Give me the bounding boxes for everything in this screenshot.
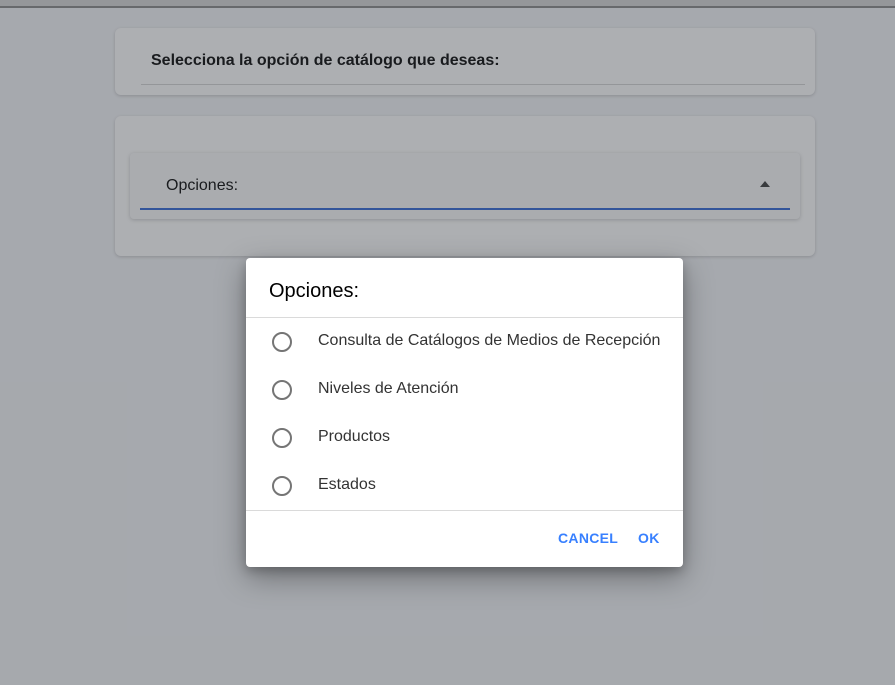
radio-unchecked-icon[interactable]: [272, 380, 292, 400]
radio-option-label: Consulta de Catálogos de Medios de Recep…: [318, 332, 661, 349]
cancel-button[interactable]: CANCEL: [558, 530, 618, 546]
radio-unchecked-icon[interactable]: [272, 428, 292, 448]
radio-option-consulta-catalogos[interactable]: Consulta de Catálogos de Medios de Recep…: [246, 318, 683, 366]
dialog-header: Opciones:: [269, 280, 360, 302]
radio-unchecked-icon[interactable]: [272, 332, 292, 352]
dialog-footer-divider: [246, 510, 683, 511]
radio-option-estados[interactable]: Estados: [246, 462, 683, 510]
radio-option-label: Productos: [318, 428, 391, 445]
radio-unchecked-icon[interactable]: [272, 476, 292, 496]
radio-option-niveles-atencion[interactable]: Niveles de Atención: [246, 366, 683, 414]
radio-option-productos[interactable]: Productos: [246, 414, 683, 462]
radio-option-label: Niveles de Atención: [318, 380, 459, 397]
radio-option-label: Estados: [318, 476, 376, 493]
ok-button[interactable]: OK: [638, 530, 660, 546]
options-alert-dialog: Opciones: Consulta de Catálogos de Medio…: [246, 258, 683, 567]
